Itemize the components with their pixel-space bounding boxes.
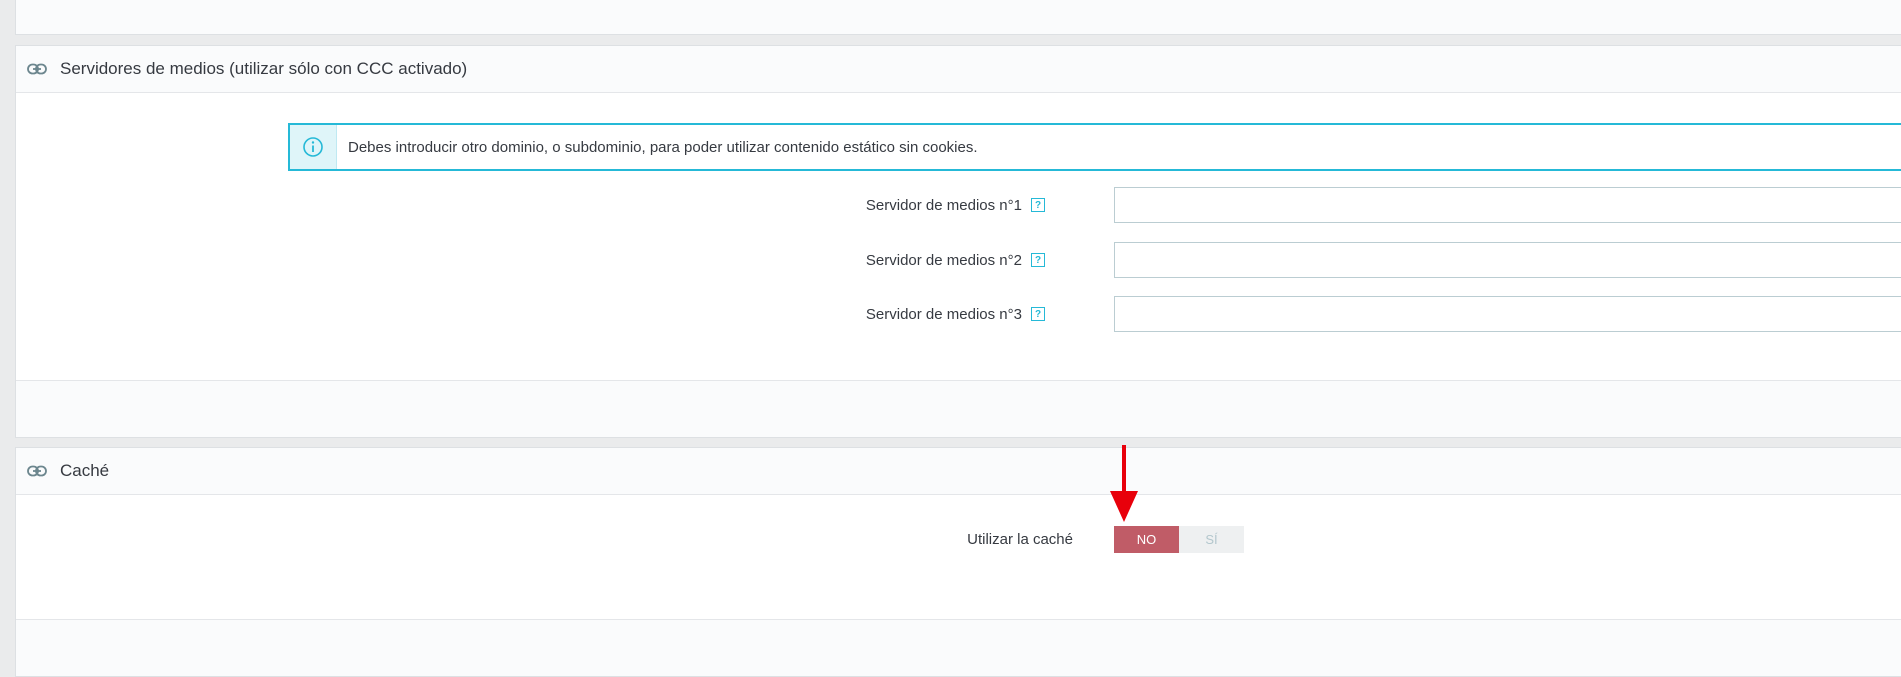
- media-server-1-row: Servidor de medios n°1 ?: [16, 187, 1901, 223]
- use-cache-yes-option[interactable]: SÍ: [1179, 526, 1244, 553]
- media-server-1-label-text: Servidor de medios n°1: [865, 196, 1022, 214]
- info-icon: [290, 125, 337, 169]
- media-server-2-label-text: Servidor de medios n°2: [865, 251, 1022, 269]
- info-alert-text: Debes introducir otro dominio, o subdomi…: [348, 138, 978, 156]
- media-servers-panel: Servidores de medios (utilizar sólo con …: [15, 45, 1901, 438]
- use-cache-row: Utilizar la caché NO SÍ: [16, 526, 1901, 553]
- link-icon: [26, 464, 48, 478]
- media-servers-panel-title: Servidores de medios (utilizar sólo con …: [60, 59, 468, 78]
- help-icon[interactable]: ?: [1031, 198, 1045, 212]
- media-server-2-label: Servidor de medios n°2 ?: [866, 242, 1045, 278]
- cache-panel-heading: Caché: [16, 448, 1901, 495]
- media-server-3-label: Servidor de medios n°3 ?: [866, 296, 1045, 332]
- media-server-2-input[interactable]: [1114, 242, 1901, 278]
- media-servers-panel-heading: Servidores de medios (utilizar sólo con …: [16, 46, 1901, 93]
- use-cache-label: Utilizar la caché: [967, 531, 1073, 548]
- help-icon[interactable]: ?: [1031, 253, 1045, 267]
- cache-panel-footer: [16, 619, 1901, 676]
- page-gutter: [0, 0, 15, 659]
- info-alert: Debes introducir otro dominio, o subdomi…: [288, 123, 1901, 171]
- help-icon[interactable]: ?: [1031, 307, 1045, 321]
- media-server-3-input[interactable]: [1114, 296, 1901, 332]
- media-servers-panel-footer: [16, 380, 1901, 437]
- link-icon: [26, 62, 48, 76]
- cache-panel-title: Caché: [60, 461, 110, 480]
- media-server-1-label: Servidor de medios n°1 ?: [866, 187, 1045, 223]
- media-server-3-row: Servidor de medios n°3 ?: [16, 296, 1901, 332]
- media-server-3-label-text: Servidor de medios n°3: [865, 305, 1022, 323]
- cache-panel: Caché Utilizar la caché NO SÍ: [15, 447, 1901, 677]
- use-cache-switch[interactable]: NO SÍ: [1114, 526, 1244, 553]
- media-server-2-row: Servidor de medios n°2 ?: [16, 242, 1901, 278]
- red-arrow-annotation-icon: [1110, 445, 1138, 522]
- use-cache-no-option[interactable]: NO: [1114, 526, 1179, 553]
- previous-panel-footer: [15, 0, 1901, 35]
- media-server-1-input[interactable]: [1114, 187, 1901, 223]
